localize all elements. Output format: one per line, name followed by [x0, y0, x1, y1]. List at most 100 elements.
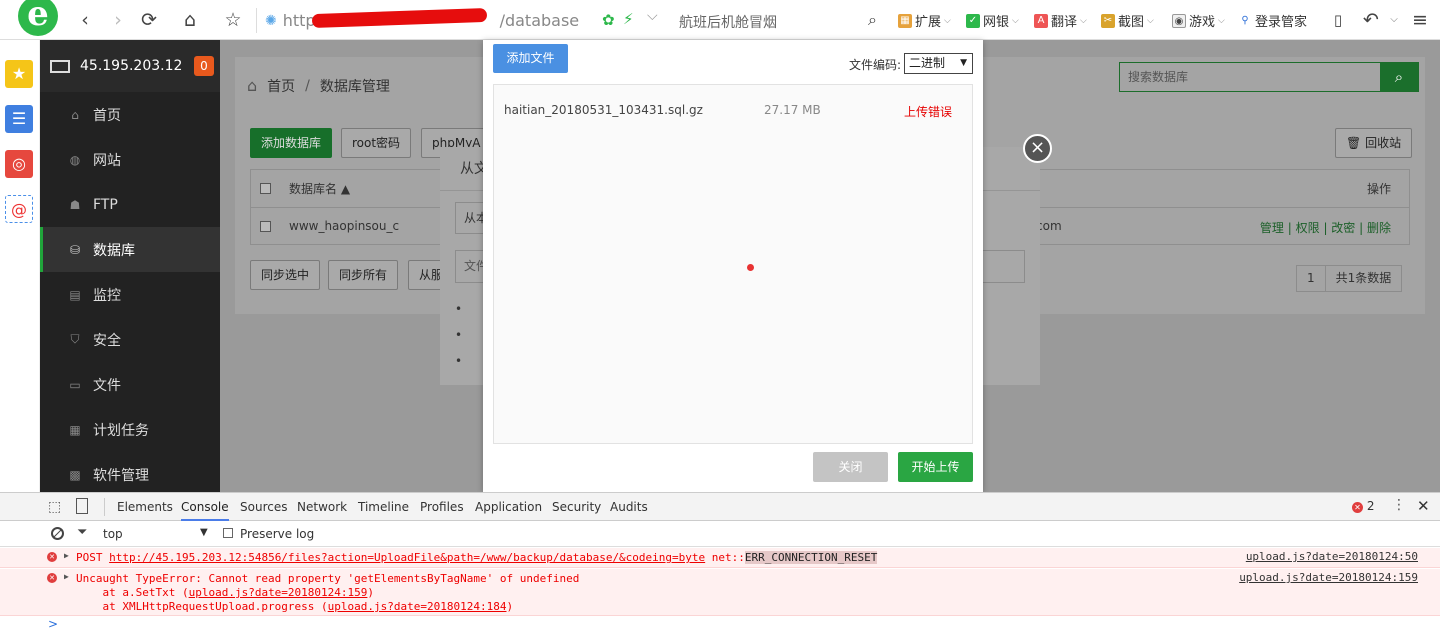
sidebar-item-database[interactable]: ⛁ 数据库 [40, 227, 220, 272]
expand-triangle-icon[interactable]: ▶ [64, 551, 69, 560]
forward-icon[interactable]: › [107, 9, 129, 31]
stack-link[interactable]: upload.js?date=20180124:184 [328, 600, 507, 613]
tab-security[interactable]: Security [552, 493, 601, 521]
reload-icon[interactable]: ⟳ [138, 9, 160, 31]
add-database-button[interactable]: 添加数据库 [250, 128, 333, 158]
clear-console-icon[interactable] [51, 527, 64, 540]
permission-link[interactable]: 权限 [1296, 221, 1320, 235]
ext-games[interactable]: ◉ 游戏 ⌵ [1172, 11, 1225, 30]
app-sidebar: 45.195.203.12 0 ⌂ 首页 ◍ 网站 ☗ FTP ⛁ 数据库 ▤ 监控 ⛉ 安… [40, 40, 220, 492]
close-button[interactable]: 关闭 [813, 452, 888, 482]
url-redaction [311, 7, 488, 29]
sync-all-button[interactable]: 同步所有 [328, 260, 399, 290]
search-icon[interactable]: ⌕ [868, 10, 877, 30]
database-search-input[interactable] [1120, 63, 1382, 91]
mail-icon[interactable]: @ [5, 195, 33, 223]
stack-link[interactable]: upload.js?date=20180124:159 [189, 586, 368, 599]
sidebar-item-home[interactable]: ⌂ 首页 [40, 92, 220, 137]
ext-translate[interactable]: A 翻译 ⌵ [1034, 11, 1087, 30]
sidebar-item-label: 网站 [93, 152, 121, 169]
chevron-down-icon[interactable]: ⌵ [1383, 9, 1405, 31]
sidebar-item-security[interactable]: ⛉ 安全 [40, 317, 220, 362]
file-name: haitian_20180531_103431.sql.gz [504, 103, 703, 117]
sidebar-item-cron[interactable]: ▦ 计划任务 [40, 407, 220, 452]
tab-console[interactable]: Console [181, 493, 229, 521]
favorites-star-icon[interactable]: ★ [5, 60, 33, 88]
crumb-home[interactable]: 首页 [267, 76, 295, 96]
tab-audits[interactable]: Audits [610, 493, 648, 521]
address-bar[interactable]: ✺ http /database ✿ ⚡ ⌵ [256, 7, 666, 33]
back-icon[interactable]: ‹ [74, 9, 96, 31]
dropdown-triangle-icon[interactable]: ▼ [200, 527, 208, 538]
stack-frame: at XMLHttpRequestUpload.progress ( [76, 600, 328, 613]
phone-icon[interactable]: ▯ [1327, 9, 1349, 31]
ext-login-manager[interactable]: ⚲ 登录管家 [1238, 11, 1307, 30]
start-upload-button[interactable]: 开始上传 [898, 452, 973, 482]
preserve-log-checkbox[interactable] [223, 528, 233, 538]
undo-icon[interactable]: ↶ [1360, 9, 1382, 31]
reader-icon[interactable]: ☰ [5, 105, 33, 133]
ext-bank[interactable]: ✓ 网银 ⌵ [966, 11, 1019, 30]
delete-link[interactable]: 删除 [1367, 221, 1391, 235]
source-link[interactable]: upload.js?date=20180124:159 [1239, 571, 1418, 584]
tip-item: • [455, 328, 463, 342]
error-icon: ✕ [1352, 502, 1363, 513]
tab-timeline[interactable]: Timeline [358, 493, 409, 521]
compat-mode-icon[interactable]: ✿ [602, 11, 615, 29]
home-icon[interactable]: ⌂ [247, 76, 257, 95]
change-password-link[interactable]: 改密 [1331, 221, 1355, 235]
more-options-icon[interactable]: ⋮ [1392, 497, 1406, 513]
bookmark-star-icon[interactable]: ☆ [222, 9, 244, 31]
inspect-element-icon[interactable]: ⬚ [48, 499, 61, 515]
key-icon: ⚲ [1238, 13, 1252, 28]
recycle-bin-button[interactable]: 🗑 回收站 [1335, 128, 1413, 158]
ext-extensions[interactable]: ▦ 扩展 ⌵ [898, 11, 951, 30]
translate-icon: A [1034, 13, 1048, 28]
stack-frame-end: ) [506, 600, 514, 613]
tab-network[interactable]: Network [297, 493, 347, 521]
encoding-select[interactable]: 二进制 ▼ [904, 53, 973, 74]
sidebar-item-files[interactable]: ▭ 文件 [40, 362, 220, 407]
console-line: at a.SetTxt (upload.js?date=20180124:159… [76, 586, 374, 599]
sidebar-item-monitor[interactable]: ▤ 监控 [40, 272, 220, 317]
error-counter[interactable]: ✕ 2 [1352, 499, 1374, 513]
device-mode-icon[interactable] [76, 498, 88, 514]
search-box[interactable]: 航班后机舱冒烟 [679, 12, 777, 32]
close-devtools-icon[interactable]: ✕ [1417, 497, 1430, 515]
speed-mode-icon[interactable]: ⚡ [623, 10, 634, 28]
tab-sources[interactable]: Sources [240, 493, 287, 521]
column-database-name[interactable]: 数据库名 ▲ [289, 180, 350, 197]
tab-elements[interactable]: Elements [117, 493, 173, 521]
sidebar-item-software[interactable]: ▩ 软件管理 [40, 452, 220, 497]
site-info-icon[interactable]: ✺ [265, 13, 277, 29]
row-checkbox[interactable] [260, 220, 271, 232]
filter-icon[interactable]: ⏷ [77, 525, 87, 540]
weibo-icon[interactable]: ◎ [5, 150, 33, 178]
search-icon[interactable]: ⌕ [1380, 63, 1418, 91]
manage-link[interactable]: 管理 [1260, 221, 1284, 235]
browser-logo-icon[interactable]: e [12, 0, 64, 40]
source-link[interactable]: upload.js?date=20180124:50 [1246, 550, 1418, 563]
menu-icon[interactable]: ≡ [1409, 9, 1431, 31]
context-select[interactable]: top [103, 527, 123, 541]
sidebar-item-ftp[interactable]: ☗ FTP [40, 182, 220, 227]
http-method: POST [76, 551, 103, 564]
console-prompt[interactable]: > [48, 617, 58, 631]
root-password-button[interactable]: root密码 [341, 128, 412, 158]
expand-triangle-icon[interactable]: ▶ [64, 572, 69, 581]
browser-sidebar: ★ ☰ ◎ @ [0, 40, 40, 492]
ext-screenshot[interactable]: ✂ 截图 ⌵ [1101, 11, 1154, 30]
tab-application[interactable]: Application [475, 493, 542, 521]
message-badge[interactable]: 0 [194, 56, 214, 76]
tab-profiles[interactable]: Profiles [420, 493, 464, 521]
sync-selected-button[interactable]: 同步选中 [250, 260, 321, 290]
modal-close-icon[interactable]: × [1023, 134, 1052, 163]
page-number[interactable]: 1 [1297, 266, 1326, 291]
request-url-link[interactable]: http://45.195.203.12:54856/files?action=… [109, 551, 705, 564]
select-all-checkbox[interactable] [260, 183, 271, 194]
sidebar-item-sites[interactable]: ◍ 网站 [40, 137, 220, 182]
home-icon[interactable]: ⌂ [179, 9, 201, 31]
add-file-button[interactable]: 添加文件 [493, 44, 568, 73]
address-dropdown-icon[interactable]: ⌵ [647, 8, 658, 24]
user-icon: ☗ [69, 197, 81, 212]
